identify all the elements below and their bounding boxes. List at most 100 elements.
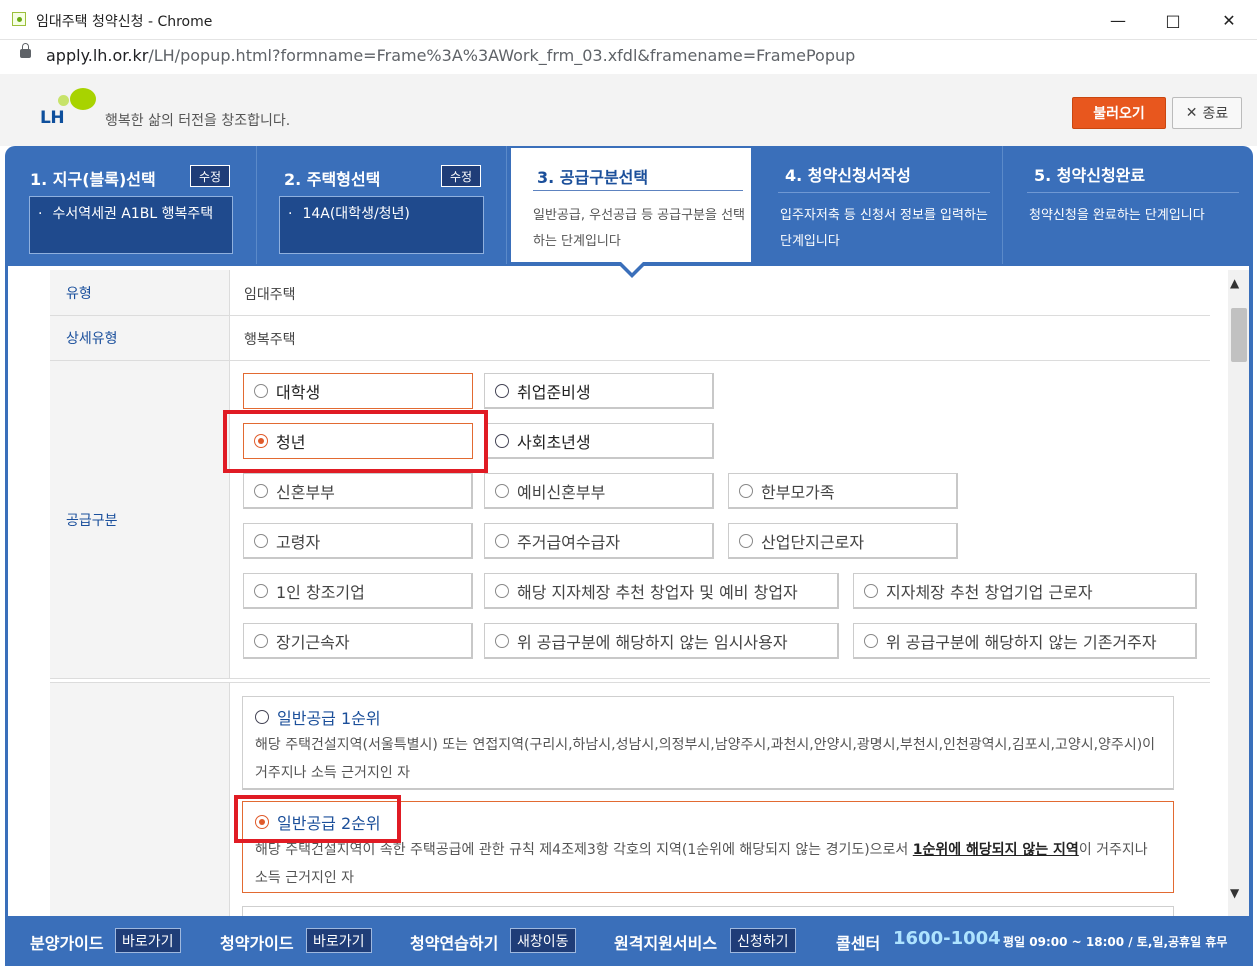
supply-option-startup-employee[interactable]: 지자체장 추천 창업기업 근로자 [853,573,1197,609]
supply-option-housing-benefit[interactable]: 주거급여수급자 [484,523,714,559]
site-favicon-icon [12,12,26,26]
option-label: 1인 창조기업 [276,582,365,602]
highlight-rank2-box [234,795,401,843]
option-label: 고령자 [276,532,321,552]
rank-option-1[interactable]: 일반공급 1순위 해당 주택건설지역(서울특별시) 또는 연접지역(구리시,하남… [242,696,1174,790]
option-label: 장기근속자 [276,632,350,652]
step-2-title: 2. 주택형선택 [284,170,381,189]
frame-right-border [1249,264,1253,916]
radio-icon [495,533,509,548]
radio-icon [864,583,878,598]
step-2-selection: · 14A(대학생/청년) [279,196,484,254]
supply-option-job-seeker[interactable]: 취업준비생 [484,373,714,409]
step-3-title: 3. 공급구분선택 [537,168,649,187]
type-label: 유형 [50,270,230,315]
step-4-underline [778,192,990,193]
supply-label: 공급구분 [50,361,230,678]
step-2-edit-button[interactable]: 수정 [441,165,482,187]
footer-subscription-guide-button[interactable]: 바로가기 [306,928,372,953]
step-1-selection: · 수서역세권 A1BL 행복주택 [29,196,233,254]
lock-icon [20,43,31,58]
footer-practice-button[interactable]: 새창이동 [510,928,576,953]
radio-icon [495,583,509,598]
footer-subscription-guide: 청약가이드 [220,934,294,953]
scroll-down-icon[interactable]: ▼ [1230,886,1239,900]
supply-option-elderly[interactable]: 고령자 [243,523,473,559]
footer-sales-guide: 분양가이드 [30,934,104,953]
option-label: 신혼부부 [276,482,335,502]
window-close-icon[interactable]: ✕ [1206,6,1252,34]
supply-option-single-parent[interactable]: 한부모가족 [728,473,958,509]
footer-sales-guide-button[interactable]: 바로가기 [115,928,181,953]
supply-option-industrial-worker[interactable]: 산업단지근로자 [728,523,958,559]
rank-1-desc: 해당 주택건설지역(서울특별시) 또는 연접지역(구리시,하남시,성남시,의정부… [255,737,1156,781]
rank-2-desc: 해당 주택건설지역이 속한 주택공급에 관한 규칙 제4조제3항 각호의 지역(… [255,836,1161,892]
close-button[interactable]: ✕ 종료 [1172,97,1242,129]
minimize-icon[interactable]: — [1095,6,1141,34]
rank-option-3-partial[interactable] [242,906,1174,916]
scroll-thumb[interactable] [1231,308,1247,362]
maximize-icon[interactable]: □ [1150,6,1196,34]
option-label: 한부모가족 [761,482,835,502]
step-1-edit-button[interactable]: 수정 [190,165,231,187]
radio-icon [495,383,509,398]
supply-option-existing-resident[interactable]: 위 공급구분에 해당하지 않는 기존거주자 [853,623,1197,659]
supply-option-one-person-startup[interactable]: 1인 창조기업 [243,573,473,609]
scroll-up-icon[interactable]: ▲ [1230,276,1239,290]
step-divider [256,146,257,264]
supply-option-pre-newlywed[interactable]: 예비신혼부부 [484,473,714,509]
detail-type-label: 상세유형 [50,316,230,360]
radio-icon [254,583,268,598]
footer-remote-support: 원격지원서비스 [614,934,718,953]
supply-option-new-worker[interactable]: 사회초년생 [484,423,714,459]
step-divider [506,146,507,264]
lh-logo-icon [58,88,96,110]
option-label: 주거급여수급자 [517,532,621,552]
url-text[interactable]: apply.lh.or.kr/LH/popup.html?formname=Fr… [46,46,855,65]
radio-icon [864,633,878,648]
option-label: 대학생 [276,383,321,402]
footer-remote-support-button[interactable]: 신청하기 [730,928,796,953]
footer-practice: 청약연습하기 [410,934,499,953]
step-divider [1002,146,1003,264]
radio-icon [254,633,268,648]
logo-text: LH [40,108,65,128]
radio-icon [495,433,509,448]
rank-1-title: 일반공급 1순위 [277,709,381,728]
supply-option-long-term-employee[interactable]: 장기근속자 [243,623,473,659]
radio-icon [739,483,753,498]
rank-2-desc-a: 해당 주택건설지역이 속한 주택공급에 관한 규칙 제4조제3항 각호의 지역(… [255,842,913,858]
radio-icon [739,533,753,548]
supply-option-temporary-user[interactable]: 위 공급구분에 해당하지 않는 임시사용자 [484,623,839,659]
option-label: 산업단지근로자 [761,532,865,552]
detail-type-value: 행복주택 [244,332,296,348]
radio-icon [495,633,509,648]
type-row: 유형 임대주택 [50,270,1210,316]
footer-callcenter-label: 콜센터 [836,934,881,953]
option-label: 사회초년생 [517,432,591,452]
radio-icon [495,483,509,498]
detail-type-row: 상세유형 행복주택 [50,316,1210,361]
footer-hours: 평일 09:00 ~ 18:00 / 토,일,공휴일 휴무 [1003,935,1228,949]
option-label: 해당 지자체장 추천 창업자 및 예비 창업자 [517,582,798,602]
step-3-desc: 일반공급, 우선공급 등 공급구분을 선택하는 단계입니다 [533,208,746,249]
slogan: 행복한 삶의 터전을 창조합니다. [105,113,291,129]
scrollbar[interactable] [1228,270,1249,916]
url-host: apply.lh.or.kr [46,46,149,65]
close-button-label: 종료 [1202,106,1229,122]
window-title: 임대주택 청약신청 - Chrome [36,14,213,30]
step-5-underline [1027,192,1239,193]
step-5-title: 5. 청약신청완료 [1034,166,1146,185]
option-label: 지자체장 추천 창업기업 근로자 [886,582,1093,602]
radio-icon [255,710,269,724]
step-3-underline [533,190,743,191]
load-button[interactable]: 불러오기 [1072,97,1166,129]
step-5-desc: 청약신청을 완료하는 단계입니다 [1029,208,1205,223]
highlight-youth-box [223,410,488,473]
supply-option-newlywed[interactable]: 신혼부부 [243,473,473,509]
supply-option-university[interactable]: 대학생 [243,373,473,409]
radio-icon [254,483,268,498]
footer-phone: 1600-1004 [893,928,1001,949]
frame-left-border [5,264,8,916]
supply-option-recommended-founder[interactable]: 해당 지자체장 추천 창업자 및 예비 창업자 [484,573,839,609]
